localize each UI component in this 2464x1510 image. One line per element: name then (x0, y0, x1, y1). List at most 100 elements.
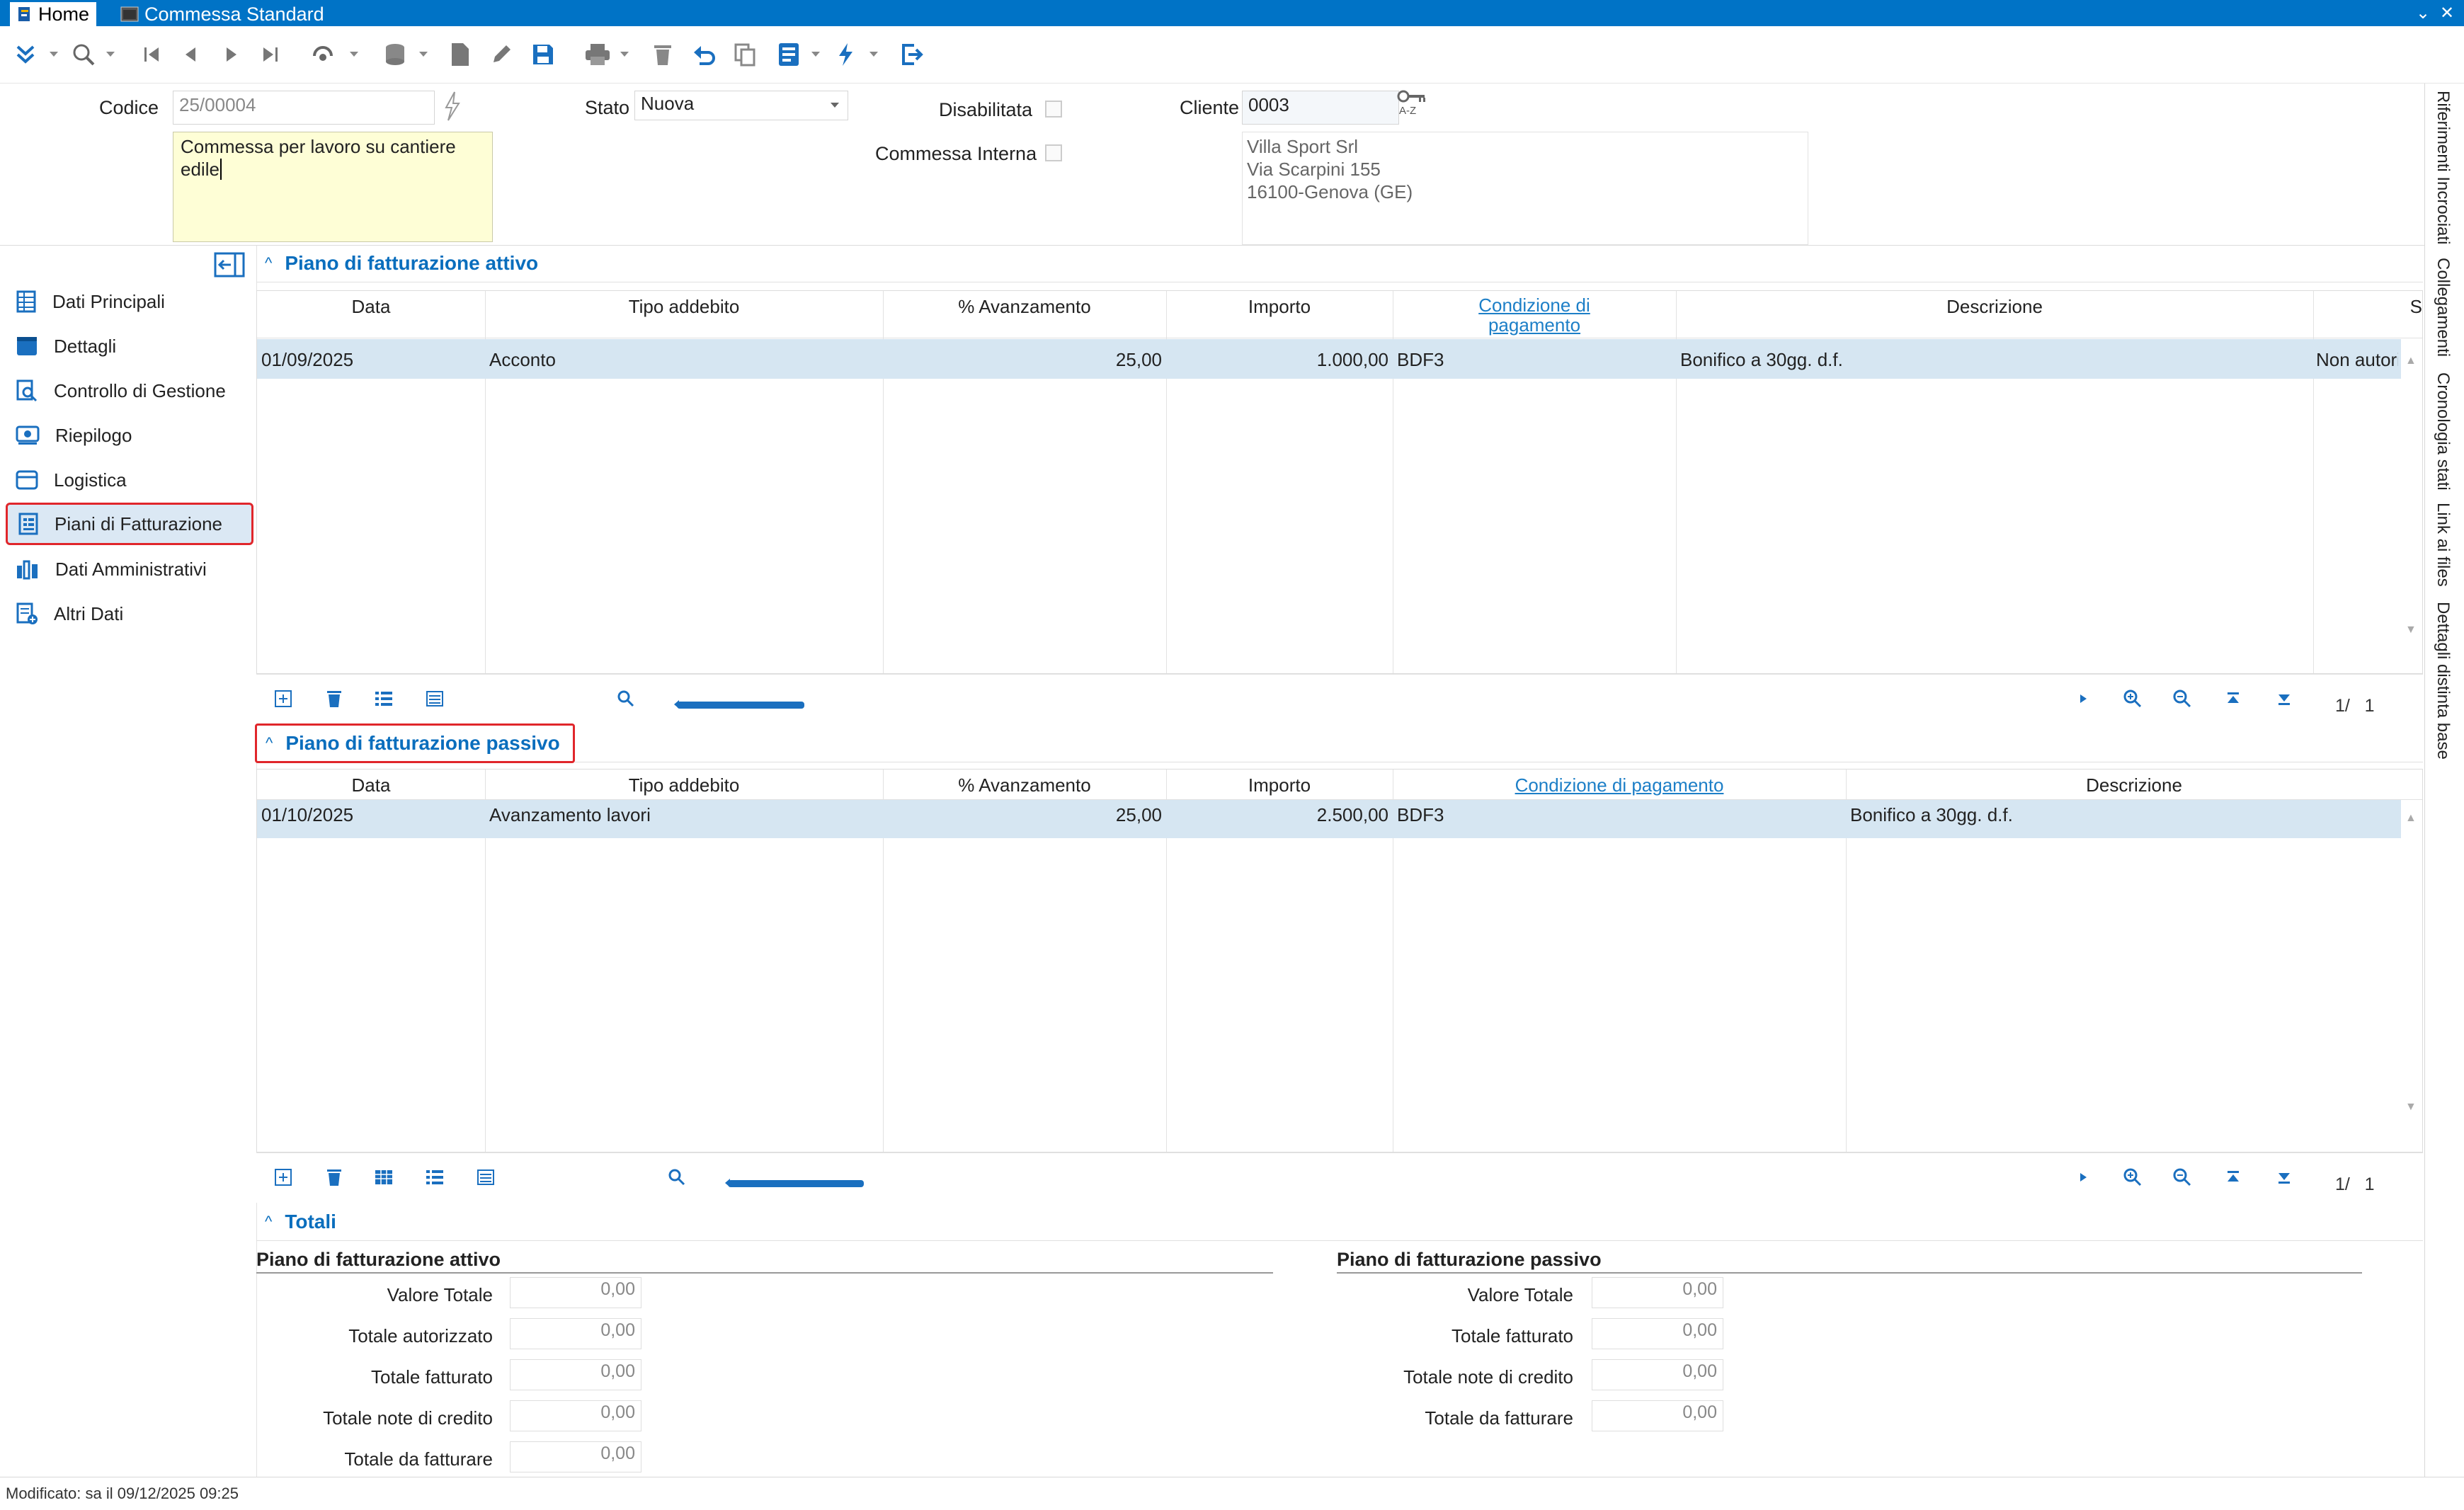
list-view-icon[interactable] (370, 685, 398, 713)
totale-label: Totale note di credito (1403, 1366, 1573, 1388)
table-row[interactable]: 01/10/2025 Avanzamento lavori 25,00 2.50… (257, 800, 2401, 838)
zoom-out-icon[interactable] (2168, 685, 2196, 713)
horizontal-scrollbar[interactable] (677, 702, 804, 709)
cliente-field[interactable]: 0003 (1242, 91, 1399, 125)
detail-view-icon[interactable] (472, 1163, 500, 1191)
scroll-right-icon[interactable] (2069, 1163, 2097, 1191)
chart-icon (16, 559, 40, 580)
close-window-icon[interactable]: ✕ (2440, 3, 2454, 23)
grid-search-icon[interactable] (612, 685, 640, 713)
new-document-icon[interactable] (445, 39, 476, 70)
section-totali-header[interactable]: ^ Totali (256, 1211, 336, 1233)
col-header-importo[interactable]: Importo (1166, 770, 1393, 799)
side-tab-distinta-base[interactable]: Dettagli distinta base (2433, 602, 2453, 760)
sidebar-item-dettagli[interactable]: Dettagli (6, 325, 253, 367)
horizontal-scrollbar[interactable] (728, 1180, 864, 1187)
detail-view-icon[interactable] (421, 685, 449, 713)
delete-icon[interactable] (647, 39, 678, 70)
last-record-icon[interactable] (255, 39, 286, 70)
table-view-icon[interactable] (370, 1163, 398, 1191)
undo-icon[interactable] (688, 39, 719, 70)
client-lookup-icon[interactable]: A-Z (1396, 88, 1433, 122)
database-icon[interactable] (380, 39, 411, 70)
window-icon (120, 6, 139, 22)
col-header-stato[interactable]: S (2313, 291, 2422, 338)
last-page-icon[interactable] (2270, 1163, 2298, 1191)
zoom-in-icon[interactable] (2118, 1163, 2147, 1191)
sidebar-item-riepilogo[interactable]: Riepilogo (6, 414, 253, 457)
chevron-up-icon: ^ (265, 1213, 273, 1230)
previous-record-icon[interactable] (176, 39, 207, 70)
cliente-address: Villa Sport Srl Via Scarpini 155 16100-G… (1242, 132, 1808, 245)
sidebar-item-piani-fatturazione[interactable]: Piani di Fatturazione (6, 503, 253, 545)
stato-select[interactable]: Nuova (634, 91, 848, 120)
expand-icon[interactable] (10, 39, 41, 70)
first-page-icon[interactable] (2219, 685, 2247, 713)
add-row-icon[interactable] (269, 1163, 297, 1191)
side-tab-cronologia[interactable]: Cronologia stati (2433, 372, 2453, 491)
sidebar-item-label: Logistica (54, 469, 127, 491)
add-row-icon[interactable] (269, 685, 297, 713)
disabilitata-checkbox[interactable] (1045, 101, 1062, 118)
grid-search-icon[interactable] (663, 1163, 691, 1191)
side-tab-riferimenti[interactable]: Riferimenti Incrociati (2433, 91, 2453, 244)
sidebar-item-controllo-gestione[interactable]: Controllo di Gestione (6, 370, 253, 412)
next-record-icon[interactable] (215, 39, 246, 70)
collapse-sidebar-icon[interactable] (214, 251, 245, 278)
sidebar-item-label: Dati Amministrativi (55, 558, 207, 580)
scroll-up-icon[interactable]: ▲ (2405, 812, 2417, 825)
sidebar-item-dati-amministrativi[interactable]: Dati Amministrativi (6, 548, 253, 590)
exit-icon[interactable] (896, 39, 928, 70)
col-header-tipo-addebito[interactable]: Tipo addebito (485, 291, 883, 338)
filter-icon[interactable] (307, 39, 338, 70)
sidebar-item-dati-principali[interactable]: Dati Principali (6, 280, 253, 323)
col-header-condizione-pagamento[interactable]: Condizione di pagamento (1393, 770, 1846, 799)
col-header-avanzamento[interactable]: % Avanzamento (883, 291, 1166, 338)
col-header-avanzamento[interactable]: % Avanzamento (883, 770, 1166, 799)
side-tab-collegamenti[interactable]: Collegamenti (2433, 258, 2453, 357)
copy-icon[interactable] (729, 39, 760, 70)
print-icon[interactable] (582, 39, 613, 70)
sidebar-item-altri-dati[interactable]: Altri Dati (6, 593, 253, 635)
col-header-descrizione[interactable]: Descrizione (1846, 770, 2422, 799)
scroll-right-icon[interactable] (2069, 685, 2097, 713)
section-attivo-header[interactable]: ^ Piano di fatturazione attivo (256, 252, 538, 275)
commessa-interna-checkbox[interactable] (1045, 144, 1062, 161)
quick-actions-icon[interactable] (830, 39, 861, 70)
report-icon[interactable] (773, 39, 804, 70)
scroll-down-icon[interactable]: ▼ (2405, 624, 2417, 636)
list-view-icon[interactable] (421, 1163, 449, 1191)
search-icon[interactable] (68, 39, 99, 70)
last-page-icon[interactable] (2270, 685, 2298, 713)
delete-row-icon[interactable] (320, 1163, 348, 1191)
col-header-condizione-pagamento[interactable]: Condizione di pagamento (1393, 291, 1676, 338)
scroll-down-icon[interactable]: ▼ (2405, 1101, 2417, 1114)
descrizione-line-1: Commessa per lavoro su cantiere (181, 136, 456, 157)
section-passivo-header[interactable]: ^ Piano di fatturazione passivo (255, 723, 575, 763)
tab-home[interactable]: Home (10, 2, 97, 26)
codice-field[interactable]: 25/00004 (173, 91, 435, 125)
edit-icon[interactable] (486, 39, 517, 70)
col-header-data[interactable]: Data (257, 770, 485, 799)
delete-row-icon[interactable] (320, 685, 348, 713)
home-app-icon (17, 6, 33, 23)
zoom-out-icon[interactable] (2168, 1163, 2196, 1191)
first-record-icon[interactable] (136, 39, 167, 70)
col-header-descrizione[interactable]: Descrizione (1676, 291, 2313, 338)
table-row[interactable]: 01/09/2025 Acconto 25,00 1.000,00 BDF3 B… (257, 339, 2401, 379)
scroll-up-icon[interactable]: ▲ (2405, 355, 2417, 367)
first-page-icon[interactable] (2219, 1163, 2247, 1191)
col-header-data[interactable]: Data (257, 291, 485, 338)
sidebar-item-label: Altri Dati (54, 602, 124, 624)
chevron-up-icon: ^ (265, 254, 273, 272)
tab-commessa-standard[interactable]: Commessa Standard (113, 2, 331, 26)
side-tab-link-files[interactable]: Link ai files (2433, 503, 2453, 587)
generate-code-icon[interactable] (442, 91, 462, 122)
col-header-tipo-addebito[interactable]: Tipo addebito (485, 770, 883, 799)
save-icon[interactable] (527, 39, 559, 70)
zoom-in-icon[interactable] (2118, 685, 2147, 713)
window-menu-icon[interactable]: ⌄ (2416, 3, 2430, 23)
col-header-importo[interactable]: Importo (1166, 291, 1393, 338)
descrizione-textarea[interactable]: Commessa per lavoro su cantiere edile (173, 132, 493, 242)
sidebar-item-logistica[interactable]: Logistica (6, 459, 253, 501)
